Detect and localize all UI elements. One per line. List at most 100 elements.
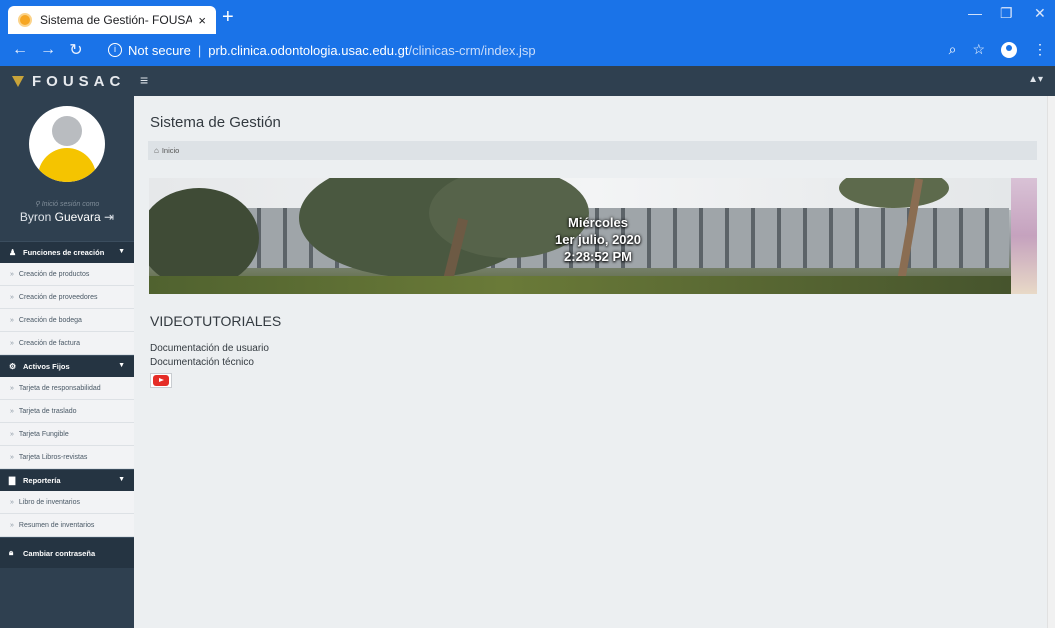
avatar-head <box>52 116 82 146</box>
document-icon: ▇ <box>9 476 16 485</box>
sidebar-item-label: Creación de productos <box>18 270 90 278</box>
app-navbar: FOUSAC ≡ ▲▾ <box>0 66 1055 96</box>
sidebar-item-label: Resumen de inventarios <box>18 521 95 529</box>
browser-tab[interactable]: Sistema de Gestión- FOUSAC × <box>8 6 216 34</box>
sidebar-item-label: Libro de inventarios <box>18 498 80 506</box>
logo-text: FOUSAC <box>32 73 126 90</box>
chevron-right-icon: » <box>10 453 14 461</box>
clock-time: 2:28:52 PM <box>564 249 632 264</box>
logo-icon <box>12 76 24 87</box>
chevron-right-icon: » <box>10 384 14 392</box>
sidebar-item-creacion-proveedores[interactable]: » Creación de proveedores <box>0 286 134 309</box>
chevron-right-icon: » <box>10 339 14 347</box>
browser-toolbar: ← → ↻ i Not secure | prb.clinica.odontol… <box>0 34 1055 66</box>
sidebar-item-label: Creación de proveedores <box>18 293 98 301</box>
new-tab-button[interactable]: + <box>222 6 234 28</box>
user-icon: ♟ <box>9 248 17 257</box>
sidebar-item-tarjeta-traslado[interactable]: » Tarjeta de traslado <box>0 400 134 423</box>
more-menu-icon[interactable]: ⋮ <box>1033 41 1047 58</box>
restore-icon[interactable]: ❐ <box>1000 5 1013 22</box>
chevron-right-icon: » <box>10 293 14 301</box>
sidebar-item-creacion-factura[interactable]: » Creación de factura <box>0 332 134 355</box>
chevron-right-icon: » <box>10 521 14 529</box>
youtube-play-shape <box>153 375 169 386</box>
key-icon: ⚲ <box>34 201 42 208</box>
sidebar-item-label: Tarjeta de responsabilidad <box>18 384 101 392</box>
chevron-right-icon: » <box>10 498 14 506</box>
banner-ground <box>149 276 1037 294</box>
section-cambiar-contrasena[interactable]: 🔒︎ Cambiar contraseña <box>0 537 134 568</box>
sidebar-item-label: Tarjeta Libros-revistas <box>18 453 88 461</box>
page-scrollbar[interactable] <box>1047 96 1055 628</box>
lock-icon: 🔒︎ <box>9 548 14 557</box>
banner-side-strip <box>1011 178 1037 294</box>
forward-icon[interactable]: → <box>34 41 62 59</box>
chevron-right-icon: » <box>10 407 14 415</box>
sidebar-item-label: Creación de factura <box>18 339 80 347</box>
profile-icon[interactable] <box>1001 41 1017 58</box>
sidebar-item-tarjeta-fungible[interactable]: » Tarjeta Fungible <box>0 423 134 446</box>
chevron-right-icon: » <box>10 270 14 278</box>
breadcrumb-home[interactable]: Inicio <box>162 146 180 155</box>
avatar <box>29 106 105 182</box>
sidebar-item-tarjeta-libros[interactable]: » Tarjeta Libros-revistas <box>0 446 134 469</box>
reload-icon[interactable]: ↻ <box>62 40 90 60</box>
section-label: Cambiar contraseña <box>23 548 96 558</box>
sidebar-menu: ♟ Funciones de creación ▼ » Creación de p… <box>0 241 134 568</box>
user-menu-icon[interactable]: ▲▾ <box>1028 74 1043 85</box>
favicon-icon <box>18 13 32 27</box>
security-label: Not secure <box>128 42 191 58</box>
section-label: Funciones de creación <box>23 248 105 257</box>
section-reporteria[interactable]: ▇ Reportería ▼ <box>0 469 134 491</box>
caret-down-icon: ▼ <box>118 476 125 483</box>
sidebar-item-creacion-productos[interactable]: » Creación de productos <box>0 263 134 286</box>
sidebar-item-label: Tarjeta Fungible <box>18 430 69 438</box>
url-host: prb.clinica.odontologia.usac.edu.gt <box>208 42 409 58</box>
clock-day: Miércoles <box>568 215 628 230</box>
bookmark-star-icon[interactable]: ☆ <box>972 41 985 58</box>
chevron-right-icon: » <box>10 316 14 324</box>
chevron-right-icon: » <box>10 430 14 438</box>
sidebar-item-creacion-bodega[interactable]: » Creación de bodega <box>0 309 134 332</box>
page-title: Sistema de Gestión <box>150 114 281 131</box>
section-funciones-de-creacion[interactable]: ♟ Funciones de creación ▼ <box>0 241 134 263</box>
hamburger-icon[interactable]: ≡ <box>140 72 148 88</box>
info-icon[interactable]: i <box>108 43 122 57</box>
minimize-icon[interactable]: — <box>968 5 982 21</box>
sidebar-item-label: Tarjeta de traslado <box>18 407 77 415</box>
separator: | <box>197 42 202 58</box>
caret-down-icon: ▼ <box>118 248 125 255</box>
user-documentation-link[interactable]: Documentación de usuario <box>150 343 269 354</box>
section-activos-fijos[interactable]: ⚙ Activos Fijos ▼ <box>0 355 134 377</box>
banner-image: Miércoles 1er julio, 2020 2:28:52 PM <box>149 178 1037 294</box>
sidebar-item-tarjeta-responsabilidad[interactable]: » Tarjeta de responsabilidad <box>0 377 134 400</box>
section-label: Activos Fijos <box>23 362 70 371</box>
clock-date: 1er julio, 2020 <box>555 232 641 247</box>
main-content: Sistema de Gestión ⌂ Inicio Miércoles 1e… <box>134 96 1047 628</box>
datetime-display: Miércoles 1er julio, 2020 2:28:52 PM <box>543 214 653 265</box>
tab-close-icon[interactable]: × <box>198 13 206 28</box>
videotutorials-heading: VIDEOTUTORIALES <box>150 313 282 329</box>
sidebar-item-resumen-inventarios[interactable]: » Resumen de inventarios <box>0 514 134 537</box>
url-path: /clinicas-crm/index.jsp <box>408 42 536 58</box>
youtube-icon[interactable] <box>150 373 172 388</box>
browser-tab-bar: Sistema de Gestión- FOUSAC × + — ❐ ✕ <box>0 0 1055 34</box>
sidebar-item-label: Creación de bodega <box>18 316 82 324</box>
sidebar: ⚲ Inició sesión como Byron Guevara ⇥ ♟ F… <box>0 96 134 628</box>
banner-tree <box>149 188 259 288</box>
caret-down-icon: ▼ <box>118 362 125 369</box>
zoom-icon[interactable]: ⌕ <box>949 41 957 58</box>
avatar-body <box>38 148 96 182</box>
user-name[interactable]: Byron Guevara ⇥ <box>0 210 134 224</box>
address-bar[interactable]: i Not secure | prb.clinica.odontologia.u… <box>108 38 958 62</box>
brand-logo[interactable]: FOUSAC <box>12 73 125 90</box>
logout-icon[interactable]: ⇥ <box>104 210 114 224</box>
back-icon[interactable]: ← <box>6 41 34 59</box>
technical-documentation-link[interactable]: Documentación técnico <box>150 357 254 368</box>
login-as-text: Inició sesión como <box>41 201 100 208</box>
section-label: Reportería <box>23 476 61 485</box>
sidebar-item-libro-inventarios[interactable]: » Libro de inventarios <box>0 491 134 514</box>
breadcrumb: ⌂ Inicio <box>148 141 1037 160</box>
user-last-name: Guevara <box>54 210 101 224</box>
close-window-icon[interactable]: ✕ <box>1034 5 1046 22</box>
